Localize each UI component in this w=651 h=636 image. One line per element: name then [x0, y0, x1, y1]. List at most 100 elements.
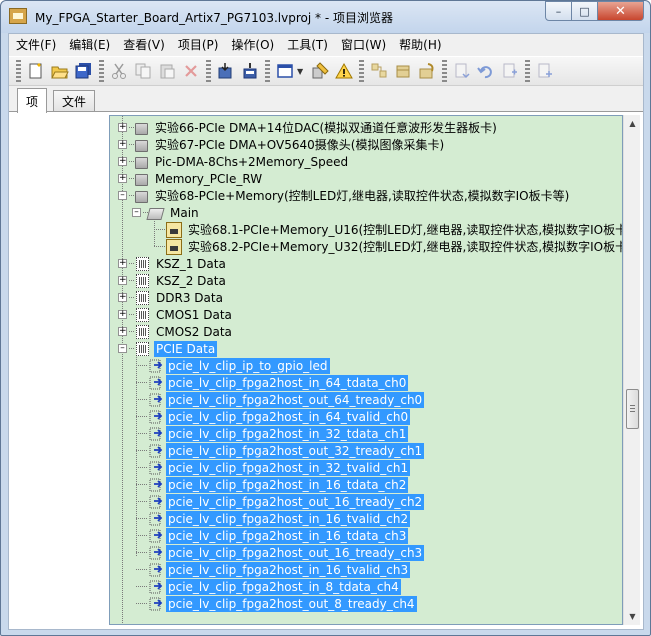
expand-icon[interactable]: + — [118, 327, 127, 336]
collapse-icon[interactable]: – — [118, 344, 127, 353]
expand-icon[interactable]: + — [118, 140, 127, 149]
tree-item[interactable]: pcie_lv_clip_fpga2host_in_8_tdata_ch4 — [148, 578, 401, 595]
warning-icon[interactable] — [333, 60, 355, 82]
tree-item-label: DDR3 Data — [156, 290, 223, 305]
tree-item-label: pcie_lv_clip_ip_to_gpio_led — [166, 357, 330, 374]
menu-edit[interactable]: 编辑(E) — [62, 36, 116, 53]
view-dropdown-arrow[interactable]: ▼ — [297, 67, 305, 76]
title-bar[interactable]: My_FPGA_Starter_Board_Artix7_PG7103.lvpr… — [1, 1, 650, 33]
expand-icon[interactable]: + — [118, 174, 127, 183]
paste-icon[interactable] — [156, 60, 178, 82]
tree-item[interactable]: pcie_lv_clip_fpga2host_in_16_tvalid_ch2 — [148, 510, 411, 527]
menu-window[interactable]: 窗口(W) — [334, 36, 392, 53]
expand-icon[interactable]: + — [118, 157, 127, 166]
tree-item[interactable]: pcie_lv_clip_fpga2host_out_64_tready_ch0 — [148, 391, 425, 408]
properties-icon[interactable] — [309, 60, 331, 82]
tree-item[interactable]: pcie_lv_clip_fpga2host_out_16_tready_ch2 — [148, 493, 425, 510]
tree-item[interactable]: CMOS2 Data — [134, 323, 234, 340]
scroll-up-arrow[interactable]: ▲ — [624, 115, 641, 132]
tree-item-label: 实验68-PCIe+Memory(控制LED灯,继电器,读取控件状态,模拟数字I… — [155, 188, 570, 203]
expand-icon[interactable]: + — [118, 259, 127, 268]
toolbar: ▼ — [9, 56, 643, 86]
resolve-icon[interactable] — [368, 60, 390, 82]
minimize-button[interactable]: – — [545, 1, 572, 21]
tree-item[interactable]: Main — [146, 204, 201, 221]
tree-item[interactable]: 实验68.2-PCIe+Memory_U32(控制LED灯,继电器,读取控件状态… — [166, 238, 622, 255]
tree-item[interactable]: 实验66-PCIe DMA+14位DAC(模拟双通道任意波形发生器板卡) — [134, 119, 499, 136]
menu-file[interactable]: 文件(F) — [9, 36, 62, 53]
expand-icon[interactable]: + — [118, 310, 127, 319]
tree-item[interactable]: pcie_lv_clip_fpga2host_in_64_tvalid_ch0 — [148, 408, 411, 425]
redo-icon[interactable] — [499, 60, 521, 82]
tree-item[interactable]: pcie_lv_clip_fpga2host_out_16_tready_ch3 — [148, 544, 425, 561]
tree-item[interactable]: pcie_lv_clip_fpga2host_in_16_tvalid_ch3 — [148, 561, 411, 578]
toolbar-grip[interactable] — [265, 60, 270, 82]
tree-item[interactable]: pcie_lv_clip_fpga2host_in_16_tdata_ch3 — [148, 527, 409, 544]
tree-item[interactable]: pcie_lv_clip_fpga2host_in_16_tdata_ch2 — [148, 476, 409, 493]
tab-items[interactable]: 项 — [17, 88, 48, 113]
scroll-down-arrow[interactable]: ▼ — [624, 608, 641, 625]
delete-icon[interactable] — [180, 60, 202, 82]
import-icon[interactable] — [416, 60, 438, 82]
new-item-icon[interactable] — [534, 60, 556, 82]
menu-view[interactable]: 查看(V) — [116, 36, 171, 53]
tree-item[interactable]: pcie_lv_clip_fpga2host_out_8_tready_ch4 — [148, 595, 417, 612]
tree-item[interactable]: KSZ_2 Data — [134, 272, 228, 289]
add-file-icon[interactable] — [451, 60, 473, 82]
open-icon[interactable] — [49, 60, 71, 82]
tree-item-label: pcie_lv_clip_fpga2host_in_16_tvalid_ch3 — [166, 561, 411, 578]
tree-guide-line — [136, 357, 137, 557]
tree-item[interactable]: Memory_PCIe_RW — [134, 170, 264, 187]
tree-item[interactable]: pcie_lv_clip_fpga2host_in_32_tdata_ch1 — [148, 425, 409, 442]
tree-connector — [129, 195, 134, 196]
toolbar-grip[interactable] — [206, 60, 211, 82]
expand-icon[interactable]: + — [118, 293, 127, 302]
folder-icon — [135, 139, 148, 152]
expand-icon[interactable]: + — [118, 123, 127, 132]
tree-item[interactable]: 实验67-PCIe DMA+OV5640摄像头(模拟图像采集卡) — [134, 136, 446, 153]
close-button[interactable]: ✕ — [598, 1, 644, 21]
menu-operate[interactable]: 操作(O) — [224, 36, 280, 53]
tree-item[interactable]: pcie_lv_clip_fpga2host_out_32_tready_ch1 — [148, 442, 425, 459]
toolbar-grip[interactable] — [99, 60, 104, 82]
build-icon[interactable] — [215, 60, 237, 82]
deploy-icon[interactable] — [239, 60, 261, 82]
undo-icon[interactable] — [475, 60, 497, 82]
collapse-icon[interactable]: – — [132, 208, 141, 217]
data-folder-icon — [136, 273, 149, 288]
maximize-button[interactable]: □ — [572, 1, 598, 21]
data-folder-icon — [136, 307, 149, 322]
menu-tools[interactable]: 工具(T) — [280, 36, 334, 53]
tree-item[interactable]: DDR3 Data — [134, 289, 225, 306]
tree-item[interactable]: PCIE Data — [134, 340, 218, 357]
collapse-icon[interactable]: – — [118, 191, 127, 200]
scroll-thumb[interactable] — [626, 389, 639, 429]
tree-item[interactable]: CMOS1 Data — [134, 306, 234, 323]
tree-item[interactable]: Pic-DMA-8Chs+2Memory_Speed — [134, 153, 350, 170]
tree-item[interactable]: 实验68-PCIe+Memory(控制LED灯,继电器,读取控件状态,模拟数字I… — [134, 187, 571, 204]
expand-icon[interactable]: + — [118, 276, 127, 285]
menu-help[interactable]: 帮助(H) — [392, 36, 447, 53]
save-all-icon[interactable] — [73, 60, 95, 82]
folder-icon — [135, 156, 148, 169]
tree-item[interactable]: KSZ_1 Data — [134, 255, 228, 272]
toolbar-grip[interactable] — [359, 60, 364, 82]
view-icon[interactable] — [274, 60, 296, 82]
toolbar-grip[interactable] — [16, 60, 21, 82]
tree-item[interactable]: pcie_lv_clip_fpga2host_in_64_tdata_ch0 — [148, 374, 409, 391]
tree-item[interactable]: 实验68.1-PCIe+Memory_U16(控制LED灯,继电器,读取控件状态… — [166, 221, 622, 238]
data-folder-icon — [136, 324, 149, 339]
copy-icon[interactable] — [132, 60, 154, 82]
menu-project[interactable]: 项目(P) — [171, 36, 225, 53]
toolbar-grip[interactable] — [442, 60, 447, 82]
io-node-icon — [148, 562, 164, 578]
tree-item[interactable]: pcie_lv_clip_fpga2host_in_32_tvalid_ch1 — [148, 459, 411, 476]
pack-icon[interactable] — [392, 60, 414, 82]
project-tree[interactable]: 实验66-PCIe DMA+14位DAC(模拟双通道任意波形发生器板卡) + 实验6… — [109, 115, 623, 625]
cut-icon[interactable] — [108, 60, 130, 82]
tab-files[interactable]: 文件 — [53, 90, 96, 112]
vertical-scrollbar[interactable]: ▲ ▼ — [623, 115, 640, 625]
new-icon[interactable] — [25, 60, 47, 82]
tree-item[interactable]: pcie_lv_clip_ip_to_gpio_led — [148, 357, 330, 374]
toolbar-grip[interactable] — [525, 60, 530, 82]
